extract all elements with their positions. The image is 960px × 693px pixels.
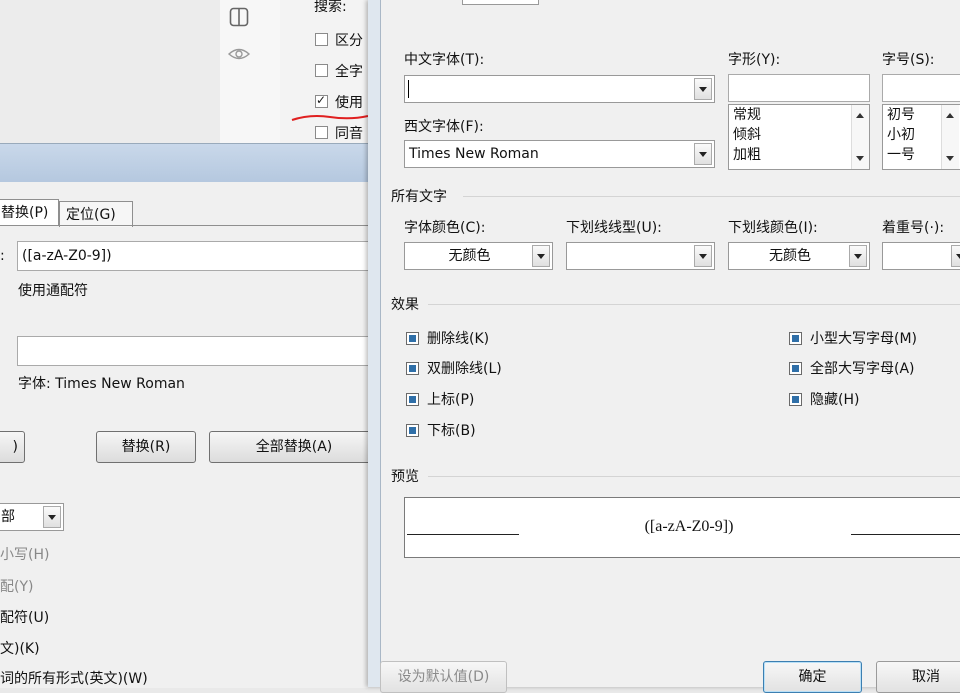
all-caps-label: 全部大写字母(A) bbox=[810, 361, 915, 377]
chevron-down-icon[interactable] bbox=[951, 245, 960, 267]
underline-color-label: 下划线颜色(I): bbox=[728, 220, 818, 236]
section-divider bbox=[428, 476, 960, 477]
scroll-up-icon[interactable] bbox=[856, 113, 864, 118]
replace-all-button[interactable]: 全部替换(A) bbox=[209, 431, 379, 463]
small-caps-label: 小型大写字母(M) bbox=[810, 331, 918, 347]
find-what-input[interactable]: ([a-zA-Z0-9]) bbox=[17, 241, 377, 271]
underline-style-label: 下划线线型(U): bbox=[566, 220, 662, 236]
subscript-checkbox[interactable] bbox=[406, 424, 419, 437]
dialog-titlebar[interactable] bbox=[0, 144, 368, 182]
replace-format-text: 字体: Times New Roman bbox=[18, 376, 185, 392]
option-match-case[interactable]: 小写(H) bbox=[0, 544, 49, 564]
all-text-section-title: 所有文字 bbox=[391, 189, 447, 205]
option-all-word-forms[interactable]: 词的所有形式(英文)(W) bbox=[0, 668, 148, 688]
emphasis-mark-select[interactable] bbox=[882, 242, 960, 270]
small-caps-checkbox[interactable] bbox=[789, 332, 802, 345]
list-item[interactable]: 倾斜 bbox=[729, 125, 869, 145]
preview-box: ([a-zA-Z0-9]) bbox=[404, 497, 960, 558]
double-strikethrough-label: 双删除线(L) bbox=[427, 361, 502, 377]
emphasis-mark-label: 着重号(·): bbox=[882, 220, 945, 236]
find-panel: 搜索: 区分 全字 使用 同音 bbox=[280, 0, 370, 150]
subscript-label: 下标(B) bbox=[427, 423, 476, 439]
search-scope-select[interactable]: 部 bbox=[0, 503, 64, 531]
chinese-font-label: 中文字体(T): bbox=[404, 52, 485, 68]
search-label: 搜索: bbox=[314, 0, 347, 15]
hidden-checkbox[interactable] bbox=[789, 393, 802, 406]
chevron-down-icon[interactable] bbox=[532, 245, 550, 267]
font-size-input[interactable] bbox=[882, 74, 960, 102]
option-whole-word[interactable]: 配(Y) bbox=[0, 576, 33, 596]
tab-font-partial[interactable] bbox=[462, 0, 539, 5]
option-checkbox-match-case[interactable] bbox=[315, 33, 328, 46]
find-what-label: : bbox=[0, 248, 5, 264]
set-default-button[interactable]: 设为默认值(D) bbox=[380, 661, 507, 693]
cancel-button[interactable]: 取消 bbox=[876, 661, 960, 693]
all-caps-checkbox[interactable] bbox=[789, 362, 802, 375]
option-label-wildcards: 使用 bbox=[335, 95, 363, 111]
double-strikethrough-checkbox[interactable] bbox=[406, 362, 419, 375]
find-format-text: 使用通配符 bbox=[18, 283, 88, 299]
preview-section-title: 预览 bbox=[391, 469, 419, 485]
scroll-down-icon[interactable] bbox=[946, 156, 954, 161]
font-size-label: 字号(S): bbox=[882, 52, 935, 68]
strikethrough-checkbox[interactable] bbox=[406, 332, 419, 345]
more-button[interactable]: ) bbox=[0, 431, 25, 463]
find-replace-dialog: 替换(P) 定位(G) : ([a-zA-Z0-9]) 使用通配符 字体: Ti… bbox=[0, 143, 379, 688]
tab-replace[interactable]: 替换(P) bbox=[0, 199, 59, 225]
tab-goto[interactable]: 定位(G) bbox=[59, 201, 133, 227]
section-divider bbox=[463, 196, 960, 197]
chevron-down-icon[interactable] bbox=[694, 245, 712, 267]
tab-divider bbox=[0, 225, 368, 226]
western-font-select[interactable]: Times New Roman bbox=[404, 140, 715, 168]
option-label-match-case: 区分 bbox=[335, 33, 363, 49]
split-view-icon[interactable] bbox=[229, 7, 249, 27]
underline-style-select[interactable] bbox=[566, 242, 715, 270]
chevron-down-icon[interactable] bbox=[849, 245, 867, 267]
font-dialog-border bbox=[368, 0, 381, 687]
replace-button[interactable]: 替换(R) bbox=[96, 431, 196, 463]
underline-color-value: 无颜色 bbox=[769, 248, 811, 264]
font-style-input[interactable] bbox=[728, 74, 870, 102]
strikethrough-label: 删除线(K) bbox=[427, 331, 490, 347]
chinese-font-select[interactable] bbox=[404, 75, 715, 103]
font-style-list[interactable]: 常规 倾斜 加粗 bbox=[728, 104, 870, 170]
option-use-wildcards[interactable]: 配符(U) bbox=[0, 607, 49, 627]
superscript-label: 上标(P) bbox=[427, 392, 475, 408]
font-color-label: 字体颜色(C): bbox=[404, 220, 486, 236]
chevron-down-icon[interactable] bbox=[694, 143, 712, 165]
scroll-up-icon[interactable] bbox=[946, 113, 954, 118]
scroll-down-icon[interactable] bbox=[856, 156, 864, 161]
option-checkbox-wildcards[interactable] bbox=[315, 93, 328, 108]
eye-icon[interactable] bbox=[227, 46, 251, 62]
replace-with-input[interactable] bbox=[17, 336, 377, 366]
text-cursor bbox=[408, 80, 409, 98]
preview-baseline-right bbox=[851, 534, 960, 535]
effects-section-title: 效果 bbox=[391, 297, 419, 313]
chevron-down-icon[interactable] bbox=[694, 78, 712, 100]
search-scope-value: 部 bbox=[1, 509, 15, 525]
option-checkbox-whole-word[interactable] bbox=[315, 64, 328, 77]
scrollbar[interactable] bbox=[941, 105, 959, 169]
underline-color-select[interactable]: 无颜色 bbox=[728, 242, 870, 270]
option-sounds-like[interactable]: 文)(K) bbox=[0, 638, 40, 658]
side-icon-strip bbox=[220, 0, 281, 150]
section-divider bbox=[428, 304, 960, 305]
red-underline-annotation bbox=[291, 115, 369, 121]
western-font-value: Times New Roman bbox=[409, 146, 539, 162]
option-label-whole-word: 全字 bbox=[335, 64, 363, 80]
document-area bbox=[0, 0, 220, 150]
list-item[interactable]: 常规 bbox=[729, 105, 869, 125]
font-color-select[interactable]: 无颜色 bbox=[404, 242, 553, 270]
chevron-down-icon[interactable] bbox=[43, 506, 61, 528]
font-size-list[interactable]: 初号 小初 一号 bbox=[882, 104, 960, 170]
superscript-checkbox[interactable] bbox=[406, 393, 419, 406]
hidden-label: 隐藏(H) bbox=[810, 392, 860, 408]
scrollbar[interactable] bbox=[851, 105, 869, 169]
font-color-value: 无颜色 bbox=[448, 248, 491, 264]
western-font-label: 西文字体(F): bbox=[404, 119, 484, 135]
list-item[interactable]: 加粗 bbox=[729, 145, 869, 165]
font-style-label: 字形(Y): bbox=[728, 52, 781, 68]
ok-button[interactable]: 确定 bbox=[763, 661, 862, 693]
